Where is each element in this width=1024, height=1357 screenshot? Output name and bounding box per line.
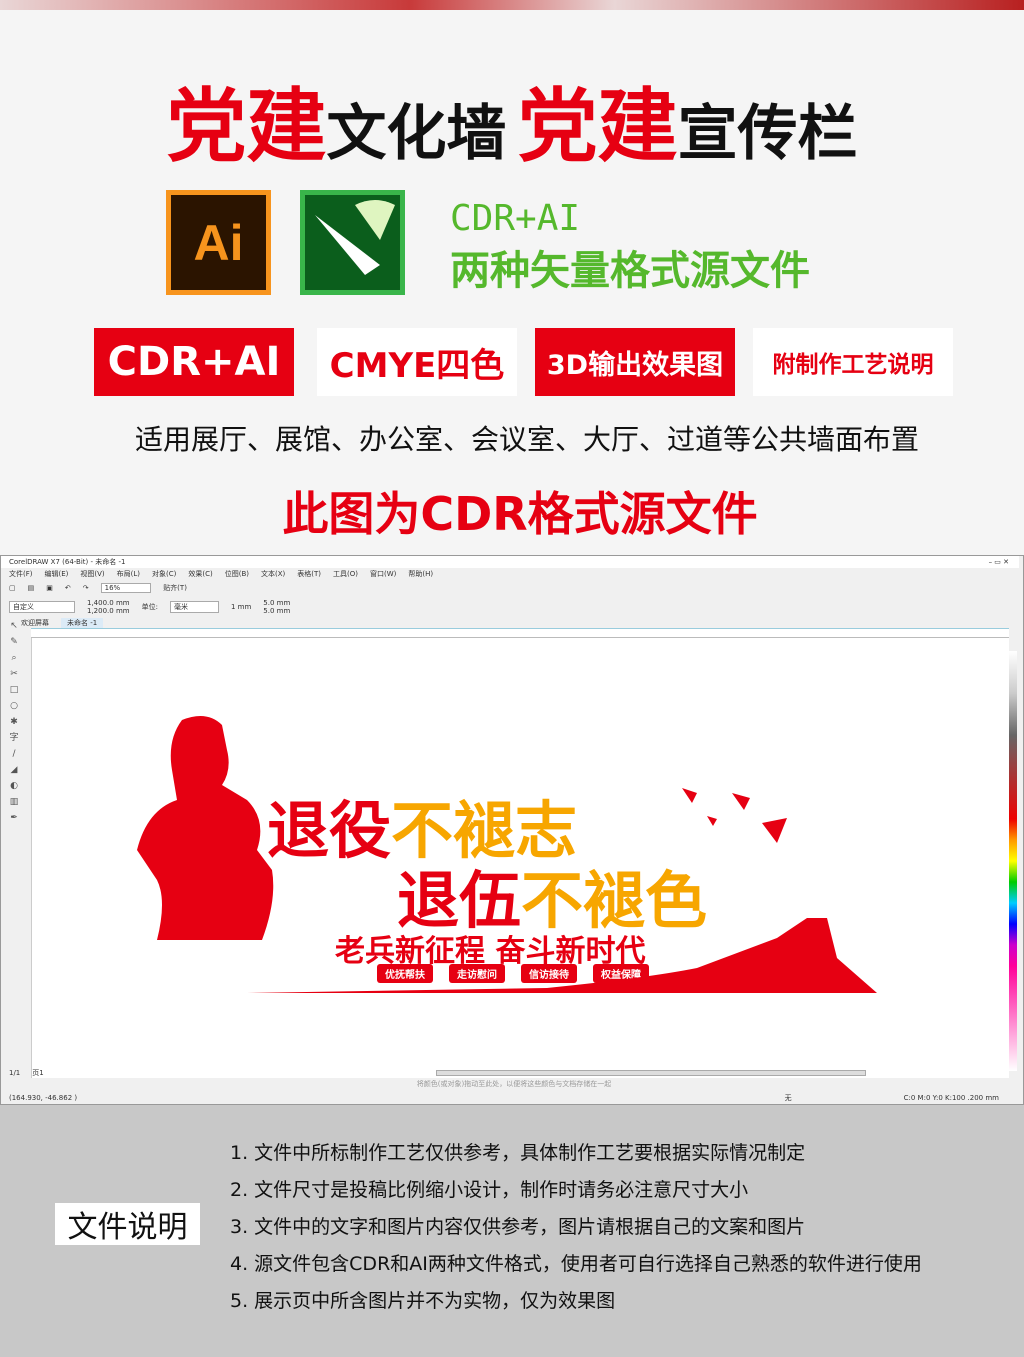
note-item: 4. 源文件包含CDR和AI两种文件格式，使用者可自行选择自己熟悉的软件进行使用	[230, 1253, 922, 1275]
menu-help[interactable]: 帮助(H)	[408, 569, 433, 579]
fill-status: 无	[784, 1094, 792, 1102]
snap-menu[interactable]: 贴齐(T)	[163, 583, 187, 593]
menu-layout[interactable]: 布局(L)	[117, 569, 140, 579]
redo-icon[interactable]: ↷	[83, 584, 89, 592]
tag-process: 附制作工艺说明	[753, 328, 953, 396]
page-width[interactable]: 1,400.0 mm	[87, 599, 130, 607]
save-icon[interactable]: ▣	[46, 584, 53, 592]
menu-text[interactable]: 文本(X)	[261, 569, 285, 579]
headline-part2: 文化墙	[326, 99, 507, 169]
duplicate-y[interactable]: 5.0 mm	[263, 607, 290, 615]
great-wall-graphic	[247, 918, 877, 993]
status-bar: (164.930, -46.862 ) 无 C:0 M:0 Y:0 K:100 .2…	[1, 1092, 1019, 1104]
horizontal-scrollbar[interactable]	[435, 1070, 866, 1076]
formats-line2: 两种矢量格式源文件	[450, 248, 810, 294]
page-preset-select[interactable]: 自定义	[9, 601, 75, 613]
file-notes-section: 文件说明 1. 文件中所标制作工艺仅供参考，具体制作工艺要根据实际情况制定 2.…	[0, 1105, 1024, 1357]
headline-part1: 党建	[166, 80, 327, 173]
tag-cdr-ai: CDR+AI	[94, 328, 294, 396]
page-number: 1/1	[9, 1069, 21, 1077]
zoom-select[interactable]: 16%	[100, 583, 152, 593]
menu-view[interactable]: 视图(V)	[80, 569, 104, 579]
note-item: 3. 文件中的文字和图片内容仅供参考，图片请根据自己的文案和图片	[230, 1216, 806, 1238]
duplicate-x[interactable]: 5.0 mm	[263, 599, 290, 607]
nudge-input[interactable]: 1 mm	[231, 603, 251, 611]
headline: 党建文化墙 党建宣传栏	[0, 62, 1024, 178]
page-height[interactable]: 1,200.0 mm	[87, 607, 130, 615]
headline-part4: 宣传栏	[677, 99, 858, 169]
birds-graphic	[682, 788, 787, 843]
note-item: 1. 文件中所标制作工艺仅供参考，具体制作工艺要根据实际情况制定	[230, 1142, 806, 1164]
tag-cmyk: CMYE四色	[317, 328, 517, 396]
toolbox[interactable]: ↖ ✎ ⌕ ✂ □ ○ ✱ 字 / ◢ ◐ ▥ ✒	[3, 618, 25, 1078]
file-notes-list: 1. 文件中所标制作工艺仅供参考，具体制作工艺要根据实际情况制定 2. 文件尺寸…	[230, 1135, 922, 1320]
tab-document[interactable]: 未命名 -1	[61, 618, 104, 628]
menu-window[interactable]: 窗口(W)	[370, 569, 396, 579]
soldier-silhouette	[137, 716, 274, 940]
new-icon[interactable]: ▢	[9, 584, 16, 592]
file-notes-label: 文件说明	[55, 1203, 200, 1245]
unit-select[interactable]: 毫米	[169, 601, 219, 613]
formats-line1: CDR+AI	[450, 198, 581, 239]
usage-text: 适用展厅、展馆、办公室、会议室、大厅、过道等公共墙面布置	[134, 423, 919, 456]
property-bar: 自定义 1,400.0 mm 1,200.0 mm 单位: 毫米 1 mm 5.0 mm 5.…	[1, 597, 1019, 617]
page-navigator: 1/1 页1	[1, 1068, 1019, 1078]
palette-hint: 将颜色(或对象)拖动至此处，以便将这些颜色与文档存储在一起	[416, 1080, 612, 1088]
outline-status: C:0 M:0 Y:0 K:100 .200 mm	[903, 1094, 999, 1102]
color-palette[interactable]	[1009, 651, 1017, 1071]
horizontal-ruler	[31, 628, 1009, 638]
menu-file[interactable]: 文件(F)	[9, 569, 33, 579]
menu-object[interactable]: 对象(C)	[152, 569, 176, 579]
undo-icon[interactable]: ↶	[65, 584, 71, 592]
window-title: CorelDRAW X7 (64-Bit) - 未命名 -1	[9, 558, 126, 566]
page-tab[interactable]: 页1	[32, 1068, 43, 1078]
coreldraw-logo	[300, 190, 405, 295]
illustrator-logo: Ai	[166, 190, 271, 295]
note-item: 2. 文件尺寸是投稿比例缩小设计，制作时请务必注意尺寸大小	[230, 1179, 749, 1201]
menu-bar: 文件(F) 编辑(E) 视图(V) 布局(L) 对象(C) 效果(C) 位图(B) 文本(X)…	[1, 568, 1019, 579]
standard-toolbar: ▢ ▤ ▣ ↶ ↷ 16% 贴齐(T)	[1, 580, 1019, 596]
menu-effects[interactable]: 效果(C)	[188, 569, 212, 579]
window-controls[interactable]: – ▭ ✕	[989, 558, 1009, 566]
cursor-coordinates: (164.930, -46.862 )	[9, 1094, 78, 1102]
tab-welcome[interactable]: 欢迎屏幕	[21, 618, 49, 628]
menu-tools[interactable]: 工具(O)	[333, 569, 358, 579]
ai-logo-text: Ai	[171, 195, 266, 290]
source-note: 此图为CDR格式源文件	[282, 487, 758, 541]
document-palette: 将颜色(或对象)拖动至此处，以便将这些颜色与文档存储在一起	[1, 1079, 1019, 1089]
menu-table[interactable]: 表格(T)	[297, 569, 321, 579]
design-line1-red: 退役	[267, 794, 392, 867]
menu-edit[interactable]: 编辑(E)	[45, 569, 69, 579]
document-tabs: 欢迎屏幕 未命名 -1	[1, 618, 1019, 628]
menu-bitmaps[interactable]: 位图(B)	[225, 569, 249, 579]
tag-3d: 3D输出效果图	[535, 328, 735, 396]
headline-part3: 党建	[517, 80, 678, 173]
top-decoration	[0, 0, 1024, 10]
open-icon[interactable]: ▤	[28, 584, 35, 592]
title-bar: CorelDRAW X7 (64-Bit) - 未命名 -1 – ▭ ✕	[1, 556, 1019, 568]
note-item: 5. 展示页中所含图片并不为实物，仅为效果图	[230, 1290, 616, 1312]
coreldraw-window: CorelDRAW X7 (64-Bit) - 未命名 -1 – ▭ ✕ 文件(F…	[0, 555, 1024, 1105]
drawing-canvas[interactable]: 退役不褪志 退伍不褪色 老兵新征程 奋斗新时代 优抚帮扶 走访慰问 信访接待 权益保障	[31, 638, 1009, 1078]
unit-label: 单位:	[141, 603, 158, 611]
